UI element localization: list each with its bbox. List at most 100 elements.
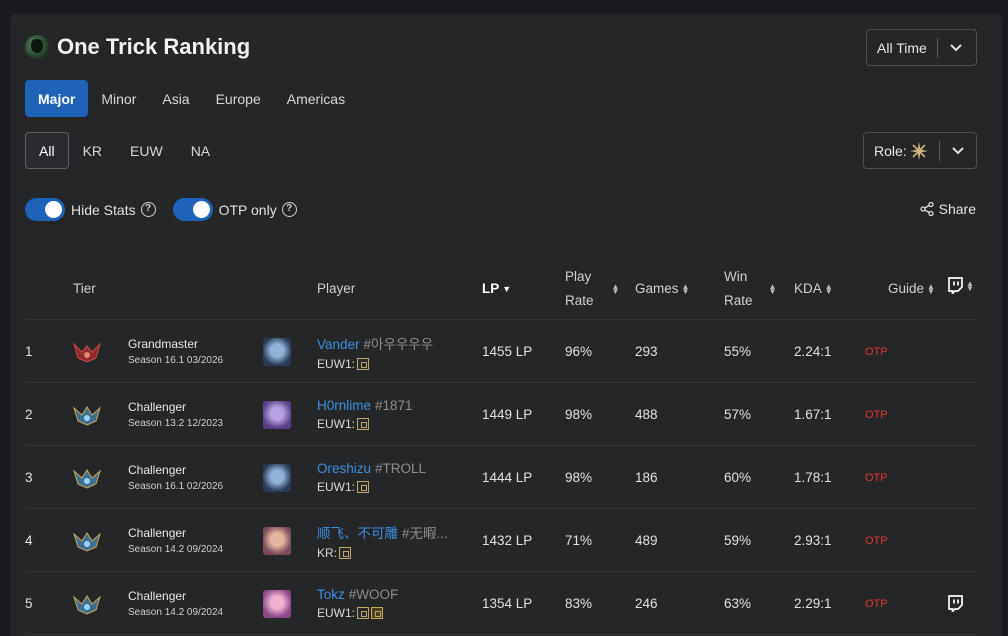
col-twitch-sort[interactable]: ▲ ▼ [947,277,974,294]
win-rate-value: 60% [724,470,752,485]
rank-cell: 3 [25,446,33,509]
col-win-rate-line1: Win [724,269,748,284]
player-id: H0rnlime #1871 [317,398,413,413]
win-rate-cell: 59% [724,509,751,572]
win-rate-cell: 60% [724,446,751,509]
col-lp-label: LP [482,281,500,296]
col-games-label: Games [635,281,679,296]
table-row[interactable]: 3 Challenger Season 16.1 02/2026 Oreshiz… [25,446,977,509]
player-avatar[interactable] [263,589,291,618]
rank-mini-icon [357,481,370,493]
player-avatar-cell [263,383,291,446]
tab-major[interactable]: Major [25,80,89,117]
col-win-rate-sort[interactable]: Win Rate ▲ ▼ [724,265,776,313]
table-row[interactable]: 5 Challenger Season 14.2 09/2024 Tokz #WO… [25,572,977,635]
tier-season: Season 14.2 09/2024 [128,544,224,555]
hide-stats-toggle[interactable] [25,198,65,221]
player-name-link[interactable]: 顺飞、不可雕 [317,526,398,541]
player-name-link[interactable]: Vander [317,337,360,352]
kda-cell: 2.24:1 [794,320,832,383]
player-avatar[interactable] [263,463,291,492]
rank-mini-icon [357,418,370,430]
time-filter-dropdown[interactable]: All Time [866,29,977,66]
player-name-link[interactable]: H0rnlime [317,398,371,413]
table-row[interactable]: 1 Grandmaster Season 16.1 03/2026 Vander… [25,320,977,383]
time-filter-label: All Time [877,39,927,56]
play-rate-cell: 98% [565,446,592,509]
col-kda-sort[interactable]: KDA ▲ ▼ [794,277,833,301]
tier-season: Season 16.1 02/2026 [128,481,224,492]
player-avatar[interactable] [263,526,291,555]
otp-cell: OTP [865,446,888,509]
player-tag: #TROLL [375,461,427,476]
col-guide-sort[interactable]: Guide ▲ ▼ [888,277,935,301]
player-server: EUW1: [317,606,384,620]
player-id: Oreshizu #TROLL [317,461,426,476]
player-tag: #无暇... [402,525,448,541]
title-row: One Trick Ranking [25,34,250,60]
player-cell: Tokz #WOOF EUW1: [317,572,398,635]
help-icon[interactable]: ? [140,202,156,217]
rank-number: 1 [25,344,33,359]
region-na[interactable]: NA [177,132,224,169]
twitch-icon[interactable] [947,595,963,612]
player-id: 顺飞、不可雕 #无暇... [317,522,448,542]
otp-cell: OTP [865,383,888,446]
col-games-sort[interactable]: Games ▲ ▼ [635,277,689,301]
tier-cell: Challenger Season 13.2 12/2023 [128,383,223,446]
lp-cell: 1432 LP [482,509,532,572]
role-dropdown[interactable]: Role: [863,132,977,169]
player-avatar[interactable] [263,400,291,429]
challenger-emblem-icon [73,594,101,615]
play-rate-value: 71% [565,533,593,548]
player-avatar-cell [263,509,291,572]
col-play-rate-sort[interactable]: Play Rate ▲ ▼ [565,265,619,313]
rank-mini-icon [357,357,370,370]
table-row[interactable]: 2 Challenger Season 13.2 12/2023 H0rnlim… [25,383,977,446]
twitch-icon [948,277,963,294]
share-button[interactable]: Share [919,201,976,217]
col-lp-sort[interactable]: LP ▼ [482,277,511,301]
sort-icon: ▲ ▼ [927,282,935,296]
player-name-link[interactable]: Tokz [317,587,345,602]
player-server: EUW1: [317,357,370,371]
player-avatar-cell [263,446,291,509]
otp-cell: OTP [865,509,888,572]
lp-cell: 1444 LP [482,446,532,509]
region-kr[interactable]: KR [69,132,116,169]
otp-badge: OTP [865,597,888,610]
rank-number: 4 [25,533,33,548]
tab-asia[interactable]: Asia [149,80,202,117]
region-all[interactable]: All [25,132,69,169]
games-cell: 489 [635,509,658,572]
tab-minor[interactable]: Minor [88,80,149,117]
games-cell: 186 [635,446,658,509]
otp-only-toggle[interactable] [172,198,213,221]
col-kda-label: KDA [794,281,822,296]
player-server: KR: [317,546,352,560]
kda-value: 2.24:1 [794,344,832,359]
player-name-link[interactable]: Oreshizu [317,461,371,476]
otp-cell: OTP [865,320,888,383]
kda-cell: 1.67:1 [794,383,832,446]
player-avatar[interactable] [263,337,291,366]
tab-americas[interactable]: Americas [274,80,358,117]
role-label-wrap: Role: [864,141,939,161]
play-rate-cell: 96% [565,320,592,383]
kda-cell: 1.78:1 [794,446,832,509]
win-rate-value: 57% [724,407,752,422]
table-row[interactable]: 4 Challenger Season 14.2 09/2024 顺飞、不可雕 #… [25,509,977,572]
play-rate-cell: 98% [565,383,592,446]
tier-season: Season 14.2 09/2024 [128,607,224,618]
player-id: Tokz #WOOF [317,587,398,602]
region-euw[interactable]: EUW [116,132,177,169]
player-avatar-cell [263,320,291,383]
player-server: EUW1: [317,417,370,431]
col-guide-label: Guide [888,281,925,296]
games-value: 489 [635,533,658,548]
rank-number: 5 [25,596,33,611]
lp-value: 1354 LP [482,596,533,611]
otp-cell: OTP [865,572,888,635]
tab-europe[interactable]: Europe [203,80,274,117]
help-icon[interactable]: ? [281,202,297,217]
